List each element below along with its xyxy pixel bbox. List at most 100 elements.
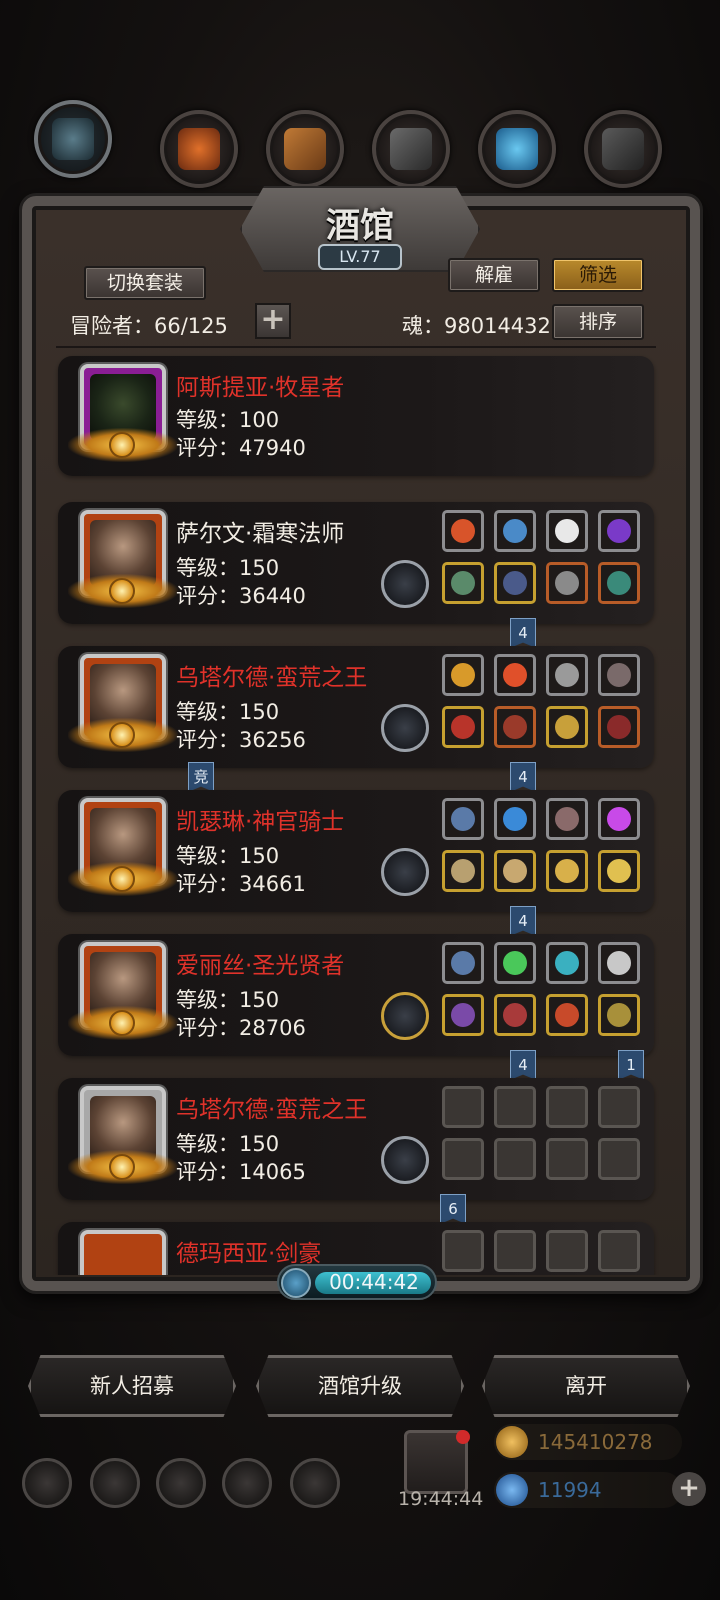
- helmet-equip-icon[interactable]: [442, 510, 484, 552]
- empty-weapon-slot-icon[interactable]: [442, 1138, 484, 1180]
- gem-equip-icon[interactable]: [598, 798, 640, 840]
- hero-score: 评分：14065: [176, 1160, 306, 1184]
- hero-name: 乌塔尔德·蛮荒之王: [176, 665, 368, 691]
- relic-equip-icon[interactable]: [546, 850, 588, 892]
- gold-amount: 145410278: [538, 1430, 653, 1454]
- gem-resource: 11994: [494, 1472, 682, 1508]
- hero-card[interactable]: 阿斯提亚·牧星者 等级：100 评分：47940: [58, 356, 654, 476]
- fire-equip-icon[interactable]: [494, 654, 536, 696]
- crystal-equip-icon[interactable]: [494, 942, 536, 984]
- shield-equip-icon[interactable]: [598, 850, 640, 892]
- rank-crest-icon: [68, 1006, 178, 1040]
- hero-name: 爱丽丝·圣光贤者: [176, 953, 345, 979]
- empty-helmet-slot-icon[interactable]: [442, 1086, 484, 1128]
- torch-equip-icon[interactable]: [546, 994, 588, 1036]
- feather-equip-icon[interactable]: [546, 510, 588, 552]
- gauntlet-equip-icon[interactable]: [546, 562, 588, 604]
- shield-equip-icon[interactable]: [598, 706, 640, 748]
- orb-equip-icon[interactable]: [494, 798, 536, 840]
- equip-set-tag: 4: [510, 762, 536, 792]
- robe-equip-icon[interactable]: [494, 994, 536, 1036]
- plume-equip-icon[interactable]: [546, 798, 588, 840]
- empty-flame-slot-icon[interactable]: [494, 1230, 536, 1272]
- add-currency-button[interactable]: +: [672, 1472, 706, 1506]
- clock-icon: [281, 1268, 311, 1298]
- robe-equip-icon[interactable]: [494, 562, 536, 604]
- armor-equip-icon[interactable]: [494, 706, 536, 748]
- skill-icon[interactable]: [381, 848, 429, 896]
- empty-ring-slot-icon[interactable]: [598, 1138, 640, 1180]
- stone-equip-icon[interactable]: [546, 942, 588, 984]
- hero-card[interactable]: 乌塔尔德·蛮荒之王 等级：150 评分：14065: [58, 1078, 654, 1200]
- skill-icon[interactable]: [381, 1136, 429, 1184]
- empty-ring-slot-icon[interactable]: [546, 1138, 588, 1180]
- hero-level: 等级：100: [176, 408, 280, 432]
- gold-coin-icon: [496, 1426, 528, 1458]
- rank-crest-icon: [68, 428, 178, 462]
- recruit-button[interactable]: 新人招募: [28, 1355, 236, 1417]
- empty-helmet-slot-icon[interactable]: [442, 1230, 484, 1272]
- settings-icon[interactable]: [22, 1458, 72, 1508]
- hero-level: 等级：150: [176, 700, 280, 724]
- boots-equip-icon[interactable]: [598, 562, 640, 604]
- mesh-equip-icon[interactable]: [598, 942, 640, 984]
- rank-crest-icon: [68, 574, 178, 608]
- notification-dot: [456, 1430, 470, 1444]
- hero-name: 阿斯提亚·牧星者: [176, 375, 345, 401]
- upgrade-tavern-button[interactable]: 酒馆升级: [256, 1355, 464, 1417]
- skill-icon[interactable]: [381, 704, 429, 752]
- bonus-tag: 1: [618, 1050, 644, 1080]
- system-clock: 19:44:44: [398, 1488, 484, 1510]
- moon-equip-icon[interactable]: [494, 510, 536, 552]
- equip-set-tag: 4: [510, 1050, 536, 1080]
- orb-equip-icon[interactable]: [598, 510, 640, 552]
- timer: 00:44:42: [277, 1264, 437, 1300]
- empty-hourglass-slot-icon[interactable]: [546, 1230, 588, 1272]
- skill-icon[interactable]: [381, 560, 429, 608]
- achievement-icon[interactable]: [90, 1458, 140, 1508]
- empty-hourglass-slot-icon[interactable]: [598, 1086, 640, 1128]
- rank-crest-icon: [68, 718, 178, 752]
- crown-equip-icon[interactable]: [442, 654, 484, 696]
- visor-equip-icon[interactable]: [442, 798, 484, 840]
- scepter-equip-icon[interactable]: [442, 994, 484, 1036]
- hero-score: 评分：36256: [176, 728, 306, 752]
- hero-score: 评分：34661: [176, 872, 306, 896]
- equip-set-tag: 4: [510, 906, 536, 936]
- plate-equip-icon[interactable]: [494, 850, 536, 892]
- hammer-equip-icon[interactable]: [442, 850, 484, 892]
- rank-crest-icon: [68, 1150, 178, 1184]
- hero-card[interactable]: 乌塔尔德·蛮荒之王 等级：150 评分：36256: [58, 646, 654, 768]
- rank-crest-icon: [68, 862, 178, 896]
- empty-armor-slot-icon[interactable]: [494, 1138, 536, 1180]
- hero-score: 评分：47940: [176, 436, 306, 460]
- chat-icon[interactable]: [290, 1458, 340, 1508]
- hero-name: 德玛西亚·剑豪: [176, 1241, 322, 1267]
- map-icon[interactable]: [156, 1458, 206, 1508]
- staff-equip-icon[interactable]: [442, 562, 484, 604]
- gold-resource: 145410278: [494, 1424, 682, 1460]
- equip-set-tag: 4: [510, 618, 536, 648]
- mail-icon[interactable]: [222, 1458, 272, 1508]
- hero-level: 等级：150: [176, 556, 280, 580]
- axe-equip-icon[interactable]: [442, 706, 484, 748]
- hero-name: 凯瑟琳·神官骑士: [176, 809, 345, 835]
- avatar: [80, 1230, 166, 1275]
- hero-list: 阿斯提亚·牧星者 等级：100 评分：47940 萨尔文·霜寒法师 等级：150…: [0, 0, 720, 1275]
- skill-icon[interactable]: [381, 992, 429, 1040]
- gem-amount: 11994: [538, 1478, 602, 1502]
- empty-hourglass-slot-icon[interactable]: [546, 1086, 588, 1128]
- leave-button[interactable]: 离开: [482, 1355, 690, 1417]
- sigil-equip-icon[interactable]: [598, 994, 640, 1036]
- hero-card[interactable]: 爱丽丝·圣光贤者 等级：150 评分：28706: [58, 934, 654, 1056]
- emblem-equip-icon[interactable]: [546, 654, 588, 696]
- claw-equip-icon[interactable]: [598, 654, 640, 696]
- empty-flame-slot-icon[interactable]: [494, 1086, 536, 1128]
- empty-hourglass-slot-icon[interactable]: [598, 1230, 640, 1272]
- hero-name: 萨尔文·霜寒法师: [176, 521, 345, 547]
- amulet-equip-icon[interactable]: [546, 706, 588, 748]
- hero-card[interactable]: 凯瑟琳·神官骑士 等级：150 评分：34661: [58, 790, 654, 912]
- hero-card[interactable]: 萨尔文·霜寒法师 等级：150 评分：36440: [58, 502, 654, 624]
- timer-text: 00:44:42: [329, 1270, 419, 1294]
- visor-equip-icon[interactable]: [442, 942, 484, 984]
